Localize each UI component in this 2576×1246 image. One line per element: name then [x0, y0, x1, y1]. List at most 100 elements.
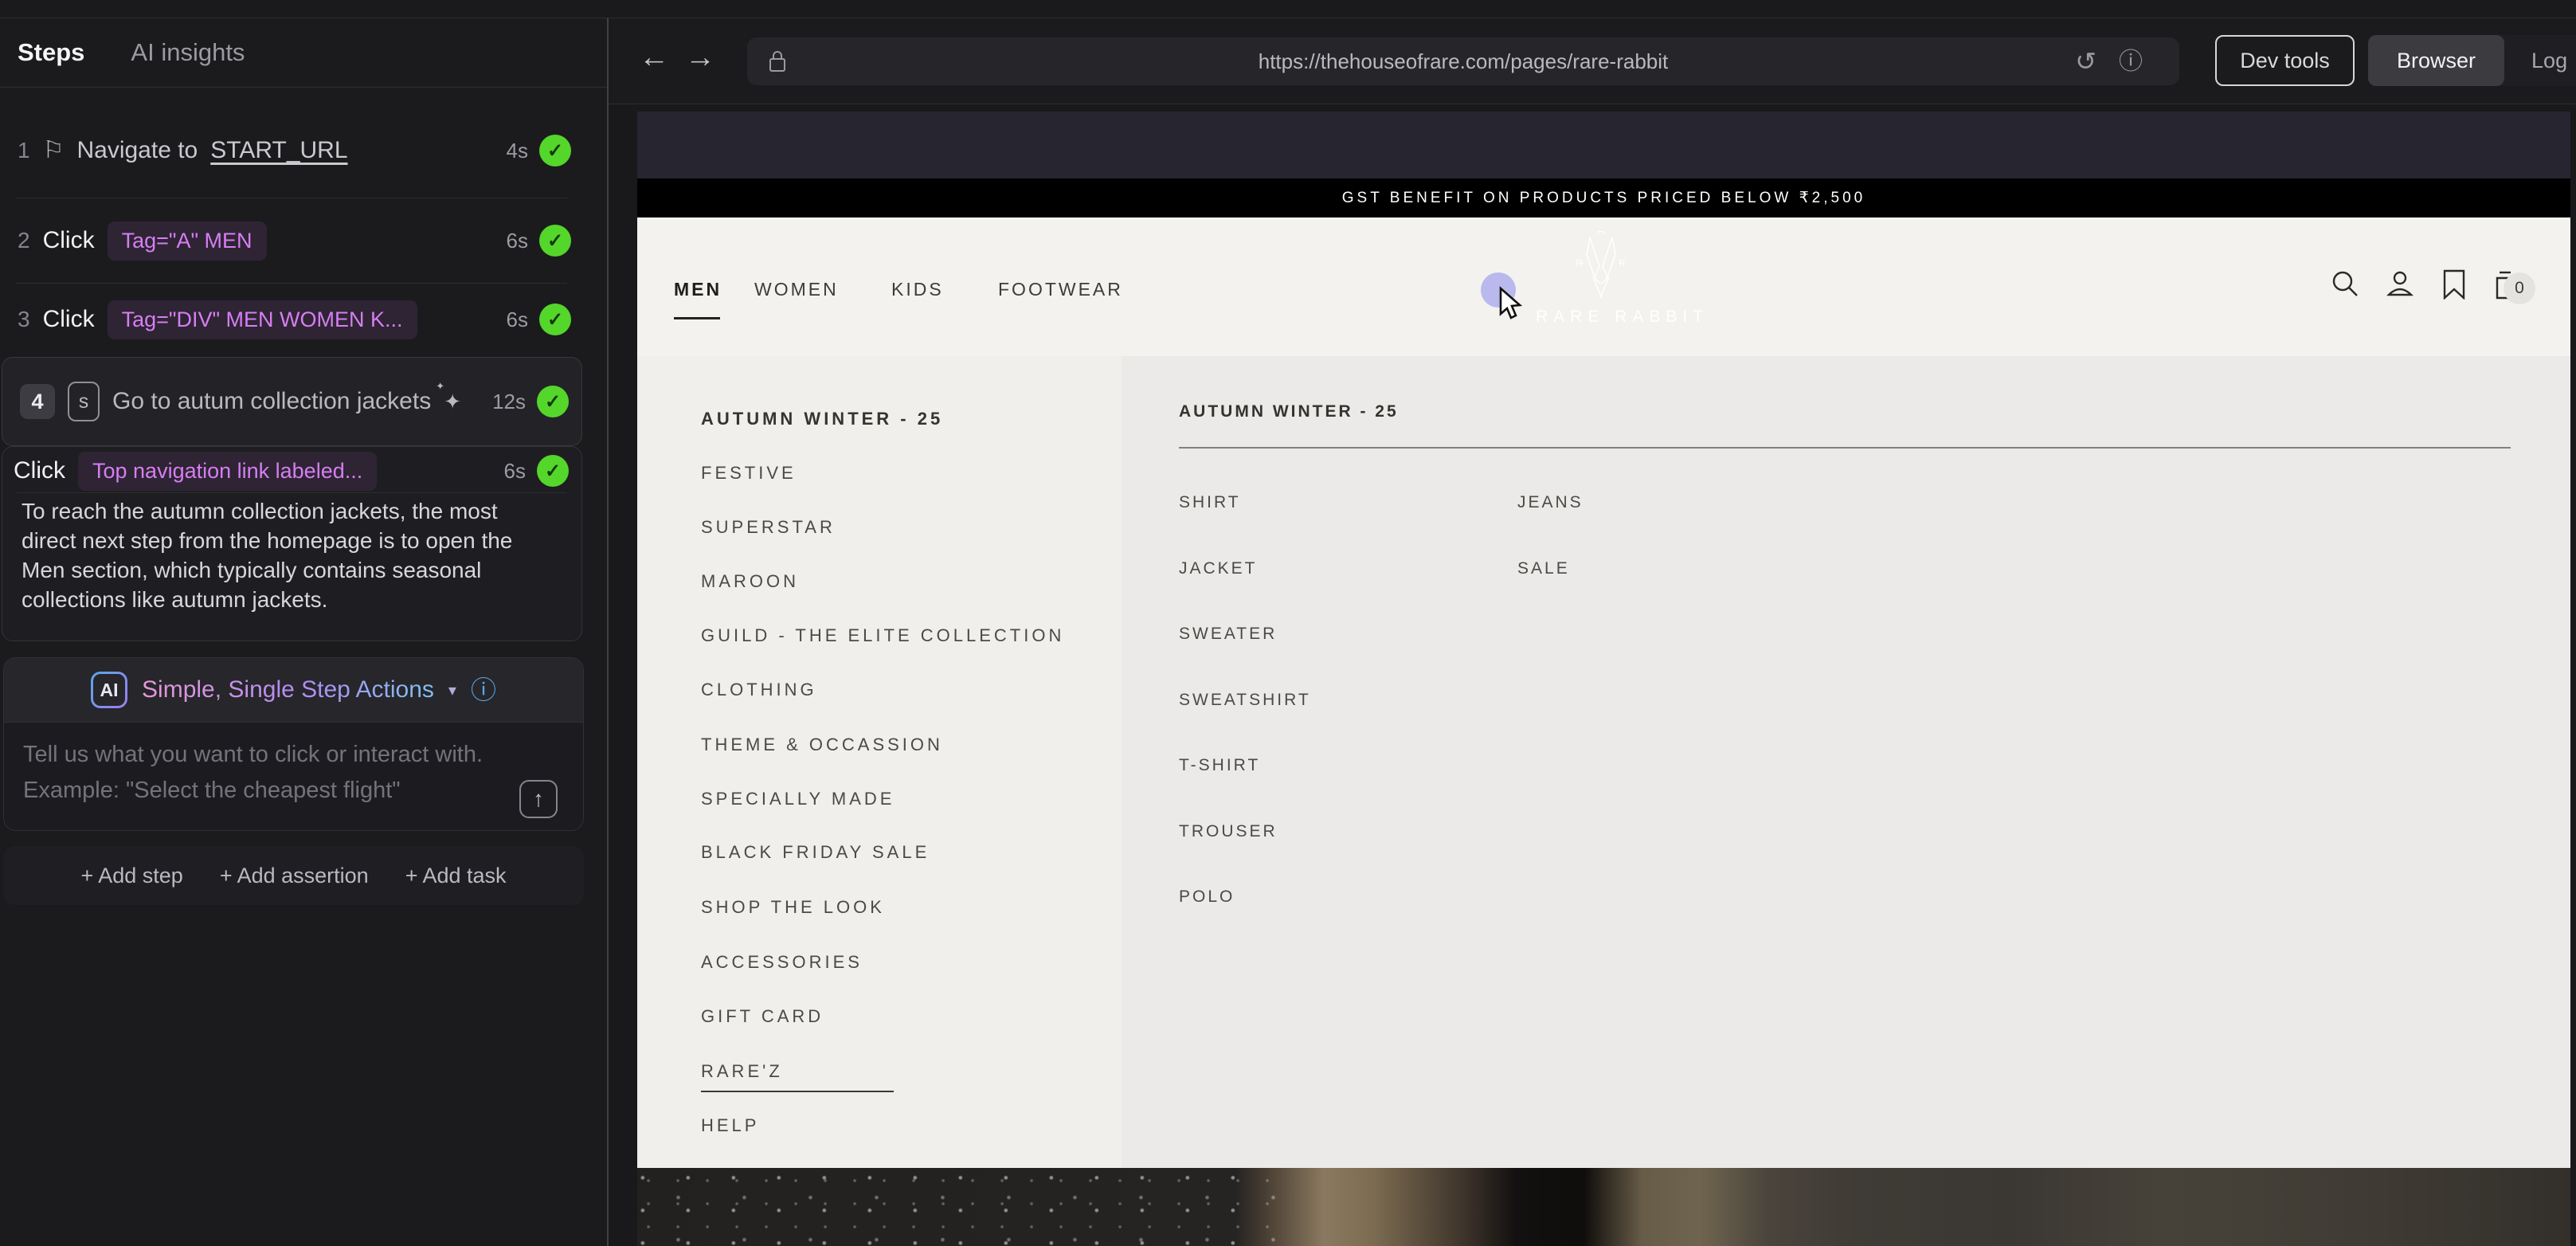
- menu-item-theme-occassion[interactable]: THEME & OCCASSION: [701, 735, 943, 755]
- url-bar[interactable]: https://thehouseofrare.com/pages/rare-ra…: [747, 37, 2179, 85]
- search-icon[interactable]: [2331, 269, 2359, 298]
- submenu-item-sale[interactable]: SALE: [1517, 559, 1570, 578]
- nav-item-kids[interactable]: KIDS: [891, 279, 944, 300]
- ai-mode-title: Simple, Single Step Actions: [142, 676, 434, 703]
- menu-item-guild[interactable]: GUILD - THE ELITE COLLECTION: [701, 625, 1064, 646]
- submenu-item-trouser[interactable]: TROUSER: [1179, 822, 1278, 841]
- success-check-icon: ✓: [537, 455, 569, 487]
- menu-item-help[interactable]: HELP: [701, 1115, 759, 1136]
- menu-item-rarez-underline: [701, 1091, 894, 1092]
- ai-mode-selector[interactable]: AI Simple, Single Step Actions ▾ ⓘ: [4, 658, 583, 723]
- step-row-2[interactable]: 2 Click Tag="A" MEN 6s ✓: [0, 198, 584, 283]
- page-info-icon[interactable]: ⓘ: [2119, 48, 2143, 76]
- substep-box: Click Top navigation link labeled... 6s …: [2, 446, 582, 641]
- info-icon[interactable]: ⓘ: [471, 677, 496, 703]
- menu-item-autumn-winter[interactable]: AUTUMN WINTER - 25: [701, 409, 943, 429]
- add-actions-bar: + Add step + Add assertion + Add task: [3, 846, 584, 905]
- step-label: Go to autum collection jackets: [112, 388, 431, 415]
- menu-item-black-friday-sale[interactable]: BLACK FRIDAY SALE: [701, 842, 930, 863]
- back-button[interactable]: ←: [639, 42, 669, 72]
- menu-item-maroon[interactable]: MAROON: [701, 571, 799, 592]
- reload-icon[interactable]: ↺: [2075, 46, 2096, 76]
- ai-prompt-area: Tell us what you want to click or intera…: [4, 723, 583, 831]
- step-action: Click: [43, 227, 95, 254]
- announcement-banner: GST BENEFIT ON PRODUCTS PRICED BELOW ₹2,…: [637, 178, 2570, 217]
- submenu-item-sweatshirt[interactable]: SWEATSHIRT: [1179, 691, 1311, 710]
- svg-text:R: R: [1576, 257, 1583, 268]
- selector-tag[interactable]: Top navigation link labeled...: [78, 452, 377, 491]
- tab-steps[interactable]: Steps: [18, 38, 84, 67]
- step-note: To reach the autumn collection jackets, …: [22, 496, 547, 614]
- nav-item-women[interactable]: WOMEN: [754, 279, 839, 300]
- app-top-strip: [0, 0, 2576, 18]
- step-group-box[interactable]: 4 s Go to autum collection jackets ✦✦ 12…: [2, 357, 582, 446]
- menu-item-shop-the-look[interactable]: SHOP THE LOOK: [701, 897, 885, 918]
- ai-action-panel: AI Simple, Single Step Actions ▾ ⓘ Tell …: [3, 657, 584, 831]
- selector-tag[interactable]: Tag="DIV" MEN WOMEN K...: [108, 300, 417, 339]
- success-check-icon: ✓: [537, 386, 569, 417]
- submenu-item-jeans[interactable]: JEANS: [1517, 493, 1584, 512]
- nav-active-underline: [674, 317, 720, 319]
- success-check-icon: ✓: [539, 225, 571, 257]
- substep-row-click[interactable]: Click Top navigation link labeled... 6s …: [2, 450, 581, 492]
- menu-item-rarez[interactable]: RARE'Z: [701, 1061, 783, 1082]
- add-assertion-button[interactable]: + Add assertion: [220, 864, 369, 888]
- menu-item-gift-card[interactable]: GIFT CARD: [701, 1006, 824, 1027]
- rare-rabbit-logo[interactable]: R R: [1563, 231, 1639, 303]
- rare-rabbit-logo-text[interactable]: RARE RABBIT: [1536, 308, 1709, 327]
- step-row-1[interactable]: 1 ⚐ Navigate to START_URL 4s ✓: [0, 104, 584, 198]
- submenu-item-polo[interactable]: POLO: [1179, 887, 1235, 907]
- step-duration: 6s: [507, 229, 528, 253]
- step-target-link[interactable]: START_URL: [210, 137, 347, 164]
- account-icon[interactable]: [2385, 269, 2415, 300]
- submenu-title: AUTUMN WINTER - 25: [1179, 402, 1399, 421]
- sidebar-tabs: Steps AI insights: [0, 18, 607, 88]
- step-row-3[interactable]: 3 Click Tag="DIV" MEN WOMEN K... 6s ✓: [0, 284, 584, 355]
- step-number: 1: [18, 138, 30, 163]
- step-row-4[interactable]: 4 s Go to autum collection jackets ✦✦ 12…: [2, 358, 581, 445]
- hero-photo: [637, 1168, 2570, 1246]
- forward-button[interactable]: →: [685, 42, 715, 72]
- menu-item-specially-made[interactable]: SPECIALLY MADE: [701, 789, 895, 809]
- submit-prompt-button[interactable]: ↑: [519, 780, 558, 818]
- success-check-icon: ✓: [539, 304, 571, 335]
- step-number-badge: 4: [20, 384, 55, 419]
- nav-item-footwear[interactable]: FOOTWEAR: [998, 279, 1123, 300]
- devtools-button[interactable]: Dev tools: [2215, 35, 2355, 86]
- selector-tag[interactable]: Tag="A" MEN: [108, 221, 267, 261]
- view-tab-browser[interactable]: Browser: [2368, 35, 2504, 86]
- add-step-button[interactable]: + Add step: [80, 864, 182, 888]
- menu-item-accessories[interactable]: ACCESSORIES: [701, 952, 863, 973]
- step-type-icon: s: [68, 382, 100, 421]
- submenu-item-sweater[interactable]: SWEATER: [1179, 625, 1277, 644]
- ai-prompt-input[interactable]: Tell us what you want to click or intera…: [23, 737, 485, 809]
- step-number: 2: [18, 228, 30, 253]
- nav-item-men[interactable]: MEN: [674, 279, 722, 300]
- submenu-item-jacket[interactable]: JACKET: [1179, 559, 1258, 578]
- flag-icon: ⚐: [43, 139, 65, 163]
- menu-item-clothing[interactable]: CLOTHING: [701, 680, 817, 700]
- page-hero-top: [637, 112, 2570, 178]
- chevron-down-icon[interactable]: ▾: [448, 680, 456, 700]
- wishlist-bookmark-icon[interactable]: [2442, 269, 2466, 300]
- mega-menu-right-panel: [1122, 356, 2570, 1168]
- menu-item-superstar[interactable]: SUPERSTAR: [701, 517, 836, 538]
- lock-icon: [768, 49, 787, 74]
- svg-text:R: R: [1619, 257, 1626, 268]
- browser-viewport: GST BENEFIT ON PRODUCTS PRICED BELOW ₹2,…: [637, 112, 2570, 1246]
- step-duration: 4s: [507, 139, 528, 163]
- divider: [17, 492, 566, 493]
- tab-ai-insights[interactable]: AI insights: [131, 38, 245, 67]
- sparkle-icon: ✦✦: [444, 390, 461, 414]
- steps-sidebar: Steps AI insights 1 ⚐ Navigate to START_…: [0, 0, 609, 1246]
- view-tab-log[interactable]: Log: [2504, 49, 2576, 73]
- menu-item-festive[interactable]: FESTIVE: [701, 463, 797, 484]
- submenu-item-tshirt[interactable]: T-SHIRT: [1179, 756, 1260, 775]
- ai-badge-icon: AI: [91, 672, 127, 708]
- url-text[interactable]: https://thehouseofrare.com/pages/rare-ra…: [747, 49, 2179, 74]
- step-duration: 6s: [507, 308, 528, 332]
- submenu-item-shirt[interactable]: SHIRT: [1179, 493, 1241, 512]
- browser-toolbar: ← → https://thehouseofrare.com/pages/rar…: [609, 18, 2576, 104]
- step-action: Click: [14, 457, 65, 484]
- add-task-button[interactable]: + Add task: [405, 864, 507, 888]
